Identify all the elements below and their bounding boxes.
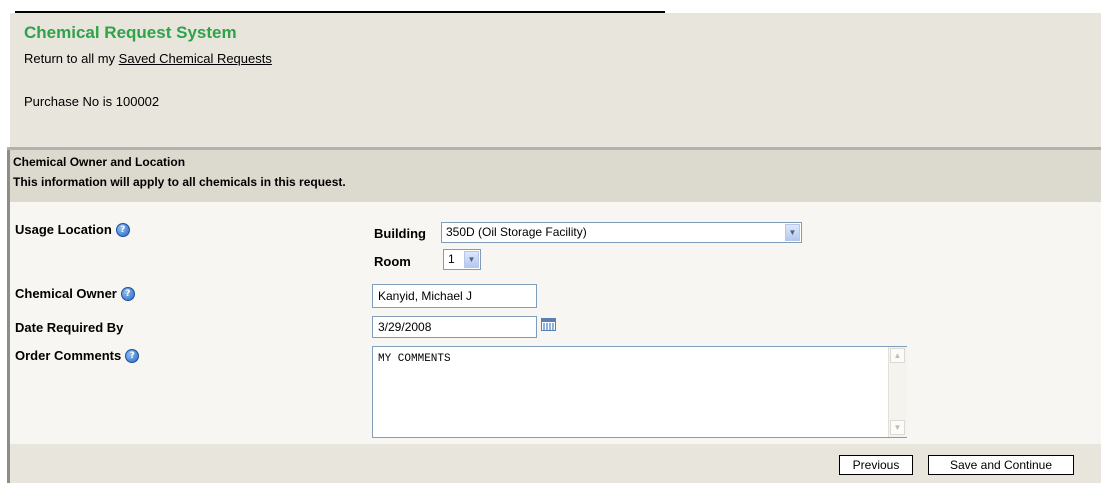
usage-location-label: Usage Location? — [15, 222, 130, 237]
scroll-up-icon[interactable]: ▲ — [890, 348, 905, 363]
chemical-owner-text: Chemical Owner — [15, 286, 117, 301]
building-select[interactable]: 350D (Oil Storage Facility) ▼ — [441, 222, 802, 243]
room-label: Room — [374, 254, 411, 269]
room-select[interactable]: 1 ▼ — [443, 249, 481, 270]
scroll-down-icon[interactable]: ▼ — [890, 420, 905, 435]
order-comments-text: Order Comments — [15, 348, 122, 363]
usage-location-text: Usage Location — [15, 222, 112, 237]
previous-button[interactable]: Previous — [839, 455, 913, 475]
building-label: Building — [374, 226, 426, 241]
app-title: Chemical Request System — [24, 23, 237, 42]
order-comments-textarea[interactable]: MY COMMENTS — [372, 346, 907, 438]
help-icon[interactable]: ? — [115, 223, 130, 237]
chemical-owner-input[interactable] — [372, 284, 537, 308]
saved-requests-link[interactable]: Saved Chemical Requests — [119, 51, 272, 66]
date-required-label: Date Required By — [15, 320, 124, 335]
building-value: 350D (Oil Storage Facility) — [446, 225, 587, 239]
return-line: Return to all my Saved Chemical Requests — [24, 51, 272, 66]
calendar-icon[interactable] — [541, 318, 556, 331]
section-title: Chemical Owner and Location — [13, 155, 186, 169]
comments-scrollbar[interactable]: ▲ ▼ — [888, 347, 907, 437]
date-required-input[interactable] — [372, 316, 537, 338]
chevron-down-icon[interactable]: ▼ — [464, 251, 479, 268]
help-icon[interactable]: ? — [120, 287, 135, 301]
purchase-number: Purchase No is 100002 — [24, 94, 160, 109]
return-prefix: Return to all my — [24, 51, 116, 66]
save-and-continue-button[interactable]: Save and Continue — [928, 455, 1074, 475]
section-subtitle: This information will apply to all chemi… — [13, 175, 346, 189]
section-header: Chemical Owner and Location This informa… — [10, 150, 1101, 202]
chevron-down-icon[interactable]: ▼ — [785, 224, 800, 241]
chemical-owner-label: Chemical Owner? — [15, 286, 135, 301]
order-comments-label: Order Comments? — [15, 348, 140, 363]
help-icon[interactable]: ? — [125, 349, 140, 363]
room-value: 1 — [448, 252, 455, 266]
